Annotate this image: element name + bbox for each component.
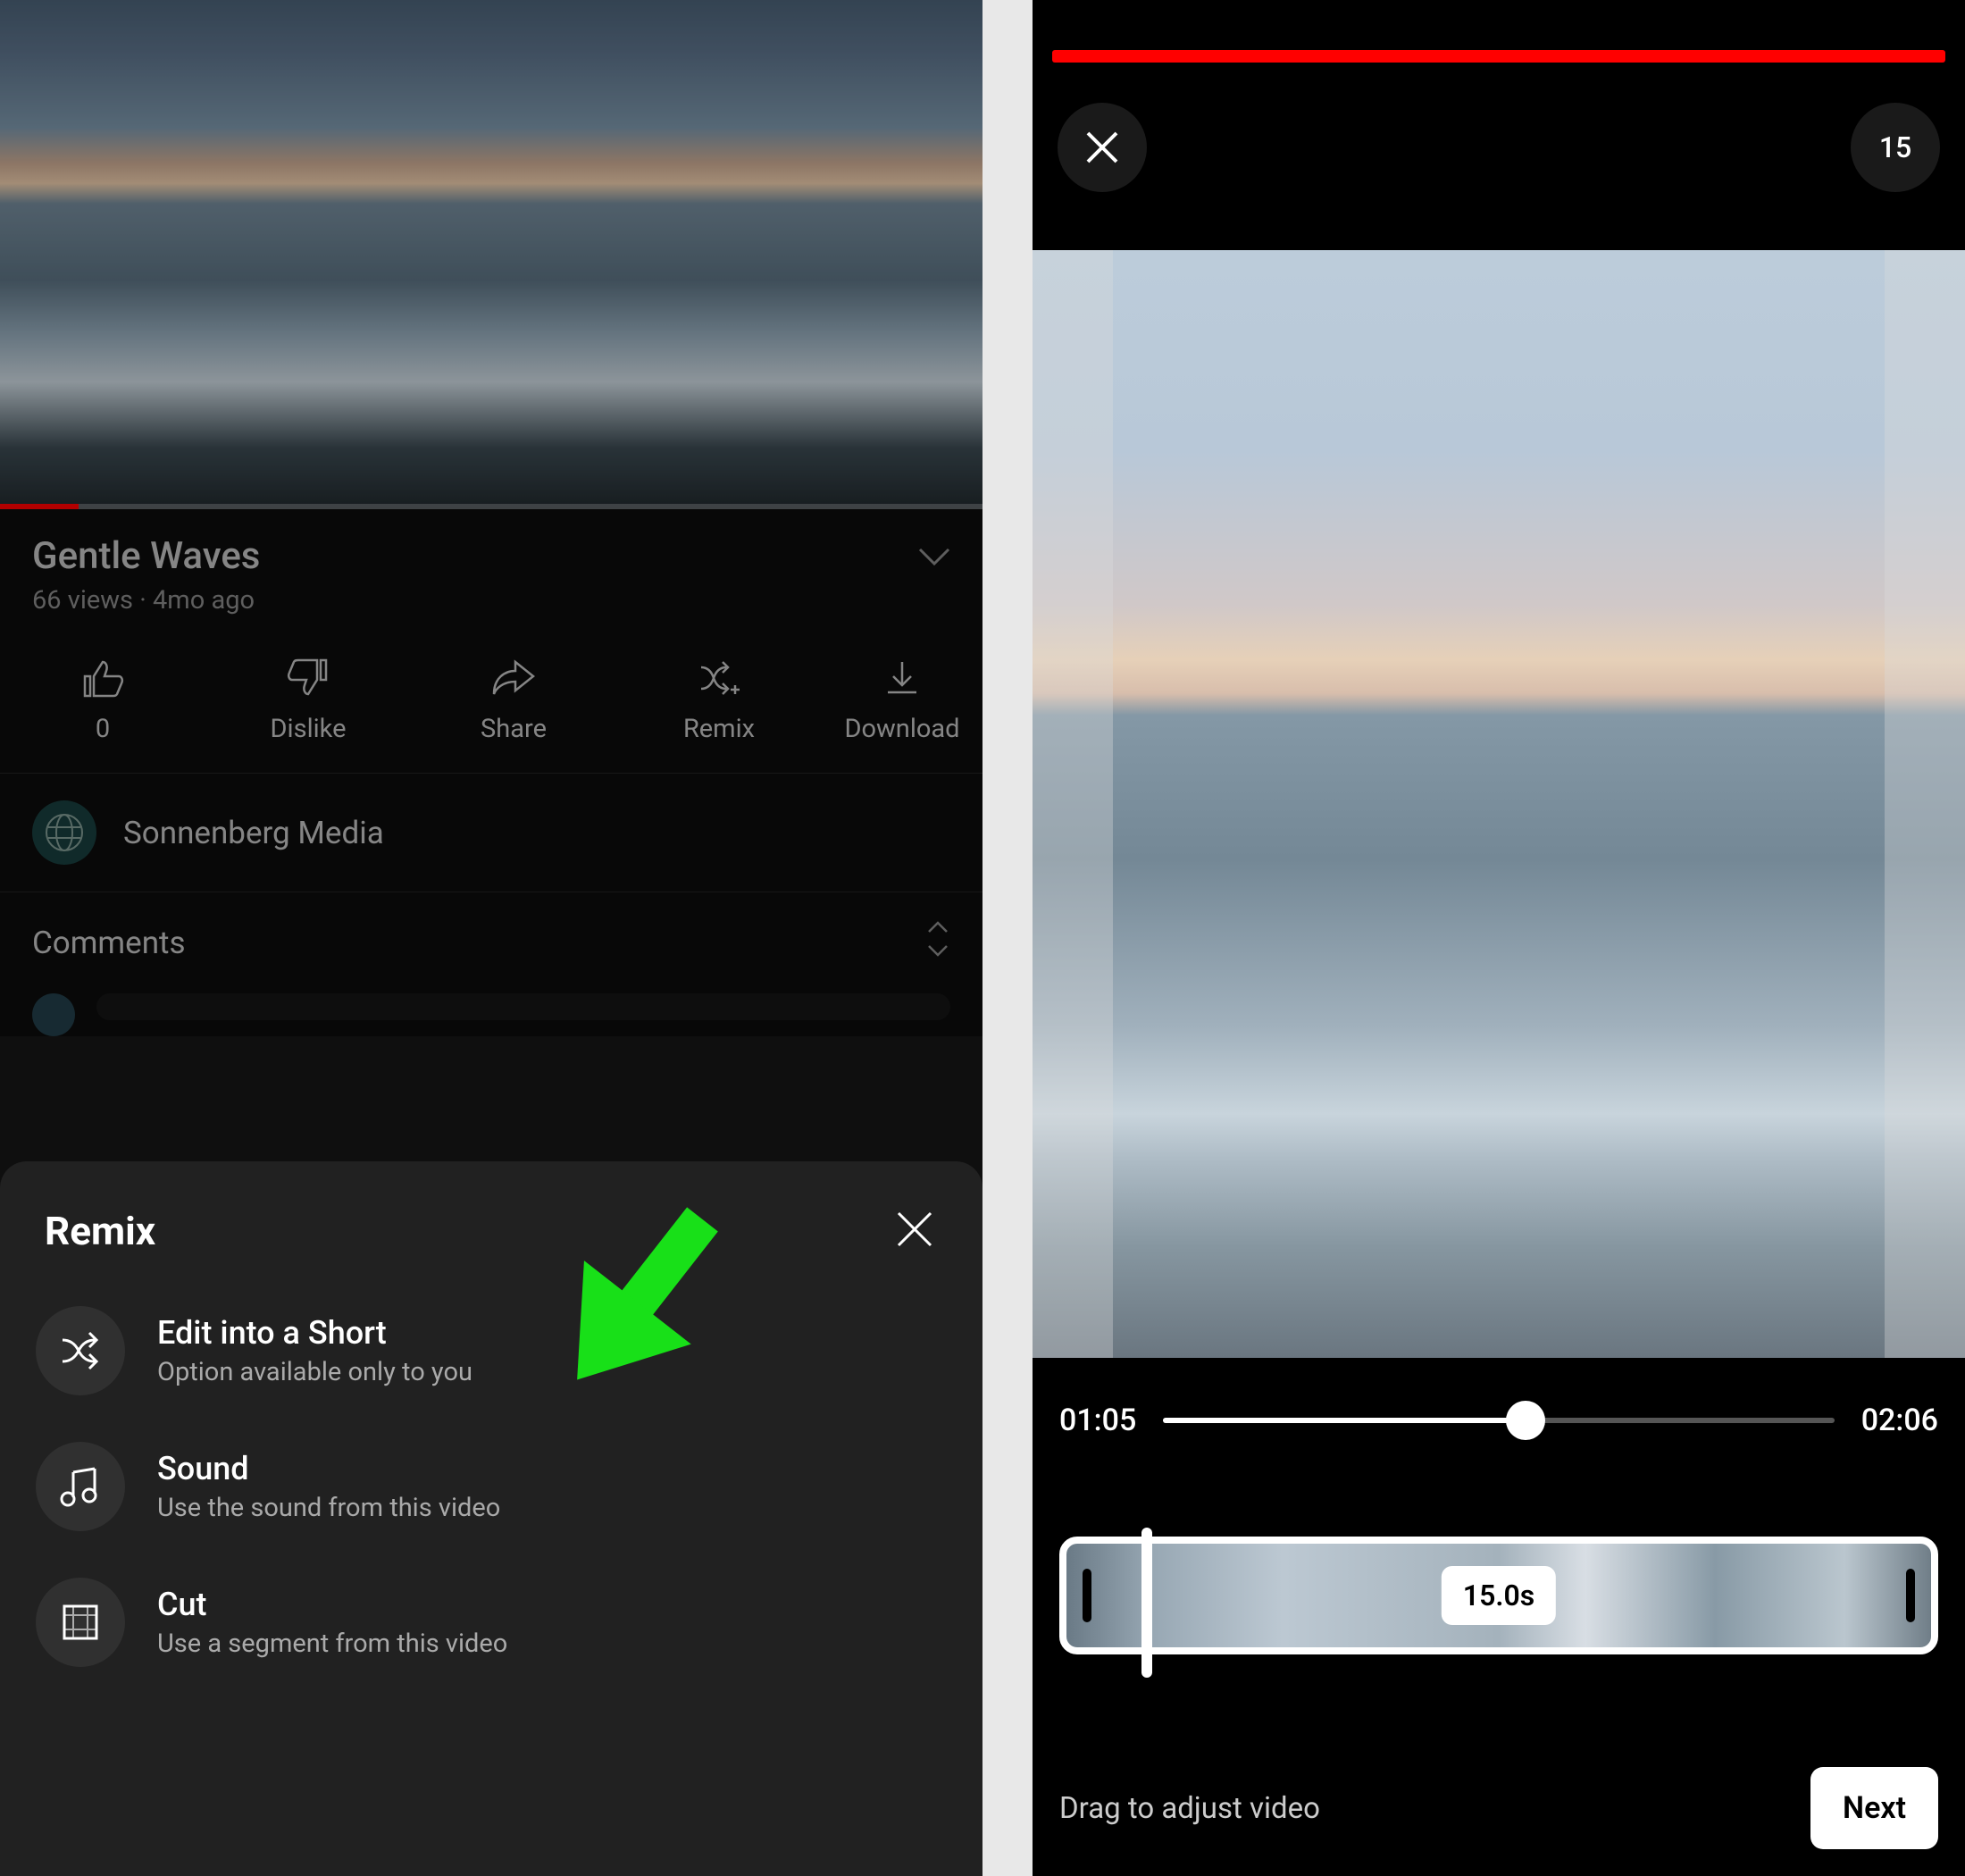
scrubber-track[interactable] <box>1163 1418 1834 1423</box>
timeline-clip[interactable]: 15.0s <box>1059 1537 1938 1654</box>
share-label: Share <box>481 714 547 744</box>
close-icon <box>891 1206 938 1252</box>
cut-icon <box>36 1578 125 1667</box>
download-icon <box>882 658 922 698</box>
channel-name: Sonnenberg Media <box>123 815 384 851</box>
scrubber-thumb[interactable] <box>1506 1401 1545 1440</box>
shorts-editor-screen: 15 01:05 02:06 15.0s Drag to adjust vide… <box>1033 0 1965 1876</box>
remix-option-subtitle: Use a segment from this video <box>157 1629 507 1659</box>
remix-option-subtitle: Use the sound from this video <box>157 1493 500 1523</box>
next-button-label: Next <box>1843 1790 1906 1826</box>
playhead[interactable] <box>1141 1528 1152 1678</box>
clip-duration-badge: 15.0s <box>1442 1566 1556 1625</box>
remix-option-cut[interactable]: Cut Use a segment from this video <box>0 1554 982 1690</box>
trim-timeline[interactable]: 15.0s <box>1059 1537 1938 1654</box>
comment-preview <box>32 993 950 1036</box>
scrubber[interactable]: 01:05 02:06 <box>1033 1403 1965 1438</box>
like-count: 0 <box>96 714 110 744</box>
comments-label: Comments <box>32 925 186 961</box>
video-title[interactable]: Gentle Waves <box>32 534 260 578</box>
remix-button[interactable]: Remix <box>639 658 799 744</box>
crop-shade-left <box>1033 250 1113 1358</box>
dislike-label: Dislike <box>271 714 347 744</box>
duration-limit-value: 15 <box>1879 130 1911 164</box>
crop-shade-right <box>1885 250 1965 1358</box>
drag-hint: Drag to adjust video <box>1059 1791 1320 1826</box>
remix-option-sound[interactable]: Sound Use the sound from this video <box>0 1419 982 1554</box>
comments-header[interactable]: Comments <box>0 892 982 993</box>
chevron-down-icon[interactable] <box>918 534 950 575</box>
like-button[interactable]: 0 <box>22 658 183 744</box>
remix-option-title: Sound <box>157 1450 500 1487</box>
record-progress-bar <box>1052 50 1945 63</box>
video-detail-screen: Gentle Waves 66 views · 4mo ago 0 Dislik… <box>0 0 982 1876</box>
trim-handle-right[interactable] <box>1906 1569 1915 1622</box>
share-button[interactable]: Share <box>433 658 594 744</box>
thumb-down-icon <box>287 658 330 698</box>
download-label: Download <box>844 714 959 744</box>
time-total: 02:06 <box>1861 1403 1938 1438</box>
share-icon <box>490 658 537 698</box>
sound-icon <box>36 1442 125 1531</box>
channel-avatar <box>32 800 96 865</box>
scrubber-fill <box>1163 1418 1526 1423</box>
sort-icon[interactable] <box>925 919 950 967</box>
comment-input[interactable] <box>96 993 950 1020</box>
remix-option-title: Edit into a Short <box>157 1314 472 1352</box>
remix-option-subtitle: Option available only to you <box>157 1357 472 1387</box>
remix-panel: Remix Edit into a Short Option available… <box>0 1161 982 1876</box>
comment-avatar <box>32 993 75 1036</box>
video-details-dimmed: Gentle Waves 66 views · 4mo ago 0 Dislik… <box>0 509 982 1036</box>
close-icon <box>1081 126 1124 169</box>
remix-panel-title: Remix <box>45 1208 155 1254</box>
edit-short-icon <box>36 1306 125 1395</box>
remix-option-title: Cut <box>157 1586 507 1623</box>
dislike-button[interactable]: Dislike <box>228 658 389 744</box>
time-current: 01:05 <box>1059 1403 1136 1438</box>
next-button[interactable]: Next <box>1810 1767 1938 1849</box>
thumb-up-icon <box>81 658 124 698</box>
remix-label: Remix <box>683 714 755 744</box>
trim-handle-left[interactable] <box>1083 1569 1091 1622</box>
video-preview[interactable] <box>1033 250 1965 1358</box>
video-meta: 66 views · 4mo ago <box>0 585 982 641</box>
remix-option-edit-short[interactable]: Edit into a Short Option available only … <box>0 1283 982 1419</box>
duration-limit-button[interactable]: 15 <box>1851 103 1940 192</box>
close-button[interactable] <box>1058 103 1147 192</box>
download-button[interactable]: Download <box>844 658 960 744</box>
channel-row[interactable]: Sonnenberg Media <box>0 774 982 892</box>
remix-icon <box>696 658 742 698</box>
video-player[interactable] <box>0 0 982 509</box>
globe-icon <box>43 811 86 854</box>
close-button[interactable] <box>891 1206 938 1256</box>
